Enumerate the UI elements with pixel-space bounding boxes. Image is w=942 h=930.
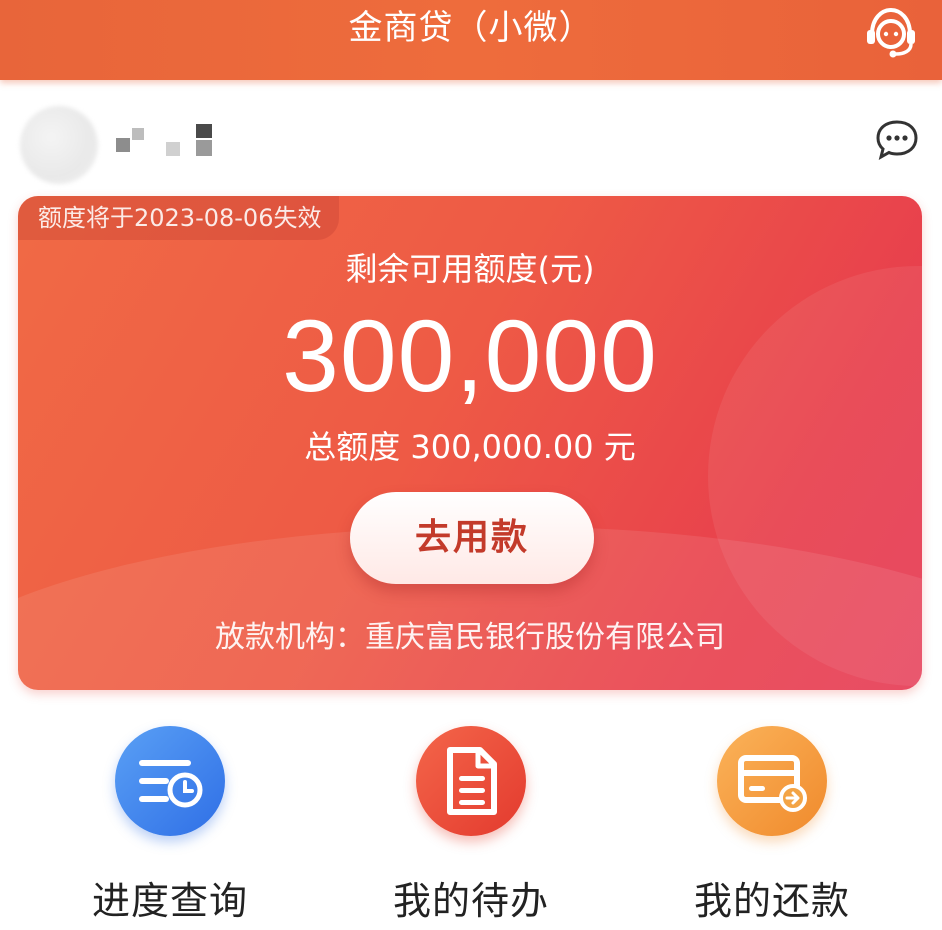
quick-actions: 进度查询 我的待办 我的还款 [0, 726, 942, 930]
expiry-badge: 额度将于2023-08-06失效 [18, 196, 340, 240]
withdraw-button[interactable]: 去用款 [350, 492, 594, 584]
todo-icon-circle [416, 726, 526, 836]
action-progress-query[interactable]: 进度查询 [50, 726, 290, 930]
action-my-todo[interactable]: 我的待办 [351, 726, 591, 930]
credit-limit-card: 额度将于2023-08-06失效 剩余可用额度(元) 300,000 总额度 3… [18, 196, 922, 690]
action-label: 我的还款 [693, 879, 850, 923]
lender-info: 放款机构：重庆富民银行股份有限公司 [215, 620, 725, 655]
action-my-repayment[interactable]: 我的还款 [652, 726, 892, 930]
avatar[interactable] [20, 106, 98, 184]
masked-user-name [114, 124, 224, 160]
chat-bubble-icon [876, 120, 918, 161]
progress-icon-circle [115, 726, 225, 836]
message-button[interactable] [874, 118, 920, 162]
page-title: 金商贷（小微） [348, 8, 594, 48]
card-repay-icon [738, 755, 807, 812]
action-label: 进度查询 [91, 879, 248, 923]
action-label: 我的待办 [392, 879, 549, 923]
customer-service-button[interactable] [862, 4, 920, 60]
total-limit: 总额度 300,000.00 元 [304, 428, 636, 466]
progress-list-clock-icon [139, 760, 203, 808]
app-header: 金商贷（小微） [0, 0, 942, 80]
document-icon [447, 747, 497, 815]
repay-icon-circle [717, 726, 827, 836]
balance-amount: 300,000 [282, 299, 658, 413]
user-info-row [0, 96, 942, 192]
customer-service-headset-icon [867, 7, 915, 58]
balance-label: 剩余可用额度(元) [345, 250, 595, 288]
